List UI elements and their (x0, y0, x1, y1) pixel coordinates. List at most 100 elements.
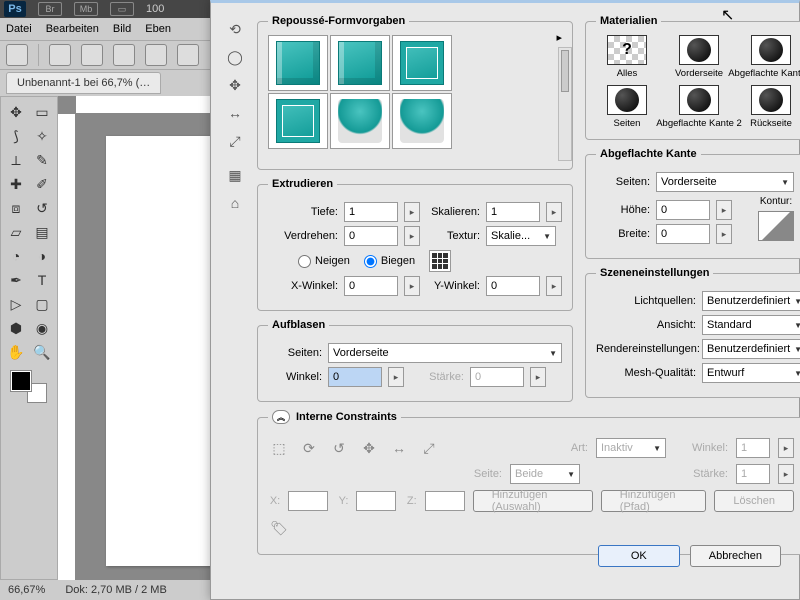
presets-flyout-icon[interactable]: ▸ (556, 31, 562, 44)
bevel-seiten-combo[interactable]: Vorderseite▼ (656, 172, 794, 192)
ok-button[interactable]: OK (598, 545, 680, 567)
material-rueckseite[interactable] (751, 85, 791, 115)
textur-combo[interactable]: Skalie...▼ (486, 226, 556, 246)
mb-icon[interactable]: Mb (74, 2, 98, 16)
roll-tool-icon[interactable]: ◯ (225, 47, 245, 67)
mesh-combo[interactable]: Entwurf▼ (702, 363, 800, 383)
pen-tool[interactable]: ✒ (4, 269, 28, 291)
preset-scrollbar[interactable] (558, 47, 572, 161)
render-combo[interactable]: Benutzerdefiniert▼ (702, 339, 800, 359)
crop-tool[interactable]: ⟂ (4, 149, 28, 171)
eraser-tool[interactable]: ▱ (4, 221, 28, 243)
neigen-radio[interactable]: Neigen (298, 255, 350, 268)
move-tool[interactable]: ✥ (4, 101, 28, 123)
licht-combo[interactable]: Benutzerdefiniert▼ (702, 291, 800, 311)
doc-tab[interactable]: Unbenannt-1 bei 66,7% (… (6, 72, 161, 94)
history-brush-tool[interactable]: ↺ (30, 197, 54, 219)
ic-tool-3[interactable]: ↺ (328, 438, 350, 458)
ywinkel-input[interactable] (486, 276, 540, 296)
tag-icon[interactable]: 🏷 (268, 518, 290, 538)
home-tool-icon[interactable]: ⌂ (225, 193, 245, 213)
shape-tool[interactable]: ▢ (30, 293, 54, 315)
heal-tool[interactable]: ✚ (4, 173, 28, 195)
bevel-breite-stepper[interactable]: ▸ (716, 224, 732, 244)
bridge-icon[interactable]: Br (38, 2, 62, 16)
origin-picker[interactable] (429, 250, 451, 272)
inflate-winkel-stepper[interactable]: ▸ (388, 367, 404, 387)
add-selection-button[interactable]: Hinzufügen (Auswahl) (473, 490, 593, 512)
menu-datei[interactable]: Datei (6, 23, 32, 35)
kontur-picker[interactable] (758, 211, 794, 241)
hand-tool[interactable]: ✋ (4, 341, 28, 363)
3d-tool-5[interactable] (177, 44, 199, 66)
xwinkel-input[interactable] (344, 276, 398, 296)
mesh-tool-icon[interactable]: ▦ (225, 165, 245, 185)
material-kante2[interactable] (679, 85, 719, 115)
screen-mode-icon[interactable]: ▭ (110, 2, 134, 16)
material-vorderseite[interactable] (679, 35, 719, 65)
stamp-tool[interactable]: ⧈ (4, 197, 28, 219)
marquee-tool[interactable]: ▭ (30, 101, 54, 123)
preset-2[interactable] (330, 35, 390, 91)
ruler-vertical[interactable] (58, 114, 76, 580)
biegen-radio[interactable]: Biegen (364, 255, 415, 268)
pan-tool-icon[interactable]: ✥ (225, 75, 245, 95)
constraints-toggle-icon[interactable]: ︽ (272, 410, 290, 424)
rotate-tool-icon[interactable]: ⟲ (225, 19, 245, 39)
xwinkel-stepper[interactable]: ▸ (404, 276, 420, 296)
preset-3[interactable] (392, 35, 452, 91)
menu-ebenen[interactable]: Eben (145, 23, 171, 35)
skalieren-input[interactable] (486, 202, 540, 222)
bevel-hoehe-stepper[interactable]: ▸ (716, 200, 732, 220)
slide-tool-icon[interactable]: ↔ (225, 103, 245, 123)
3d-camera-tool[interactable]: ◉ (30, 317, 54, 339)
ansicht-combo[interactable]: Standard▼ (702, 315, 800, 335)
preset-1[interactable] (268, 35, 328, 91)
ic-tool-5[interactable]: ↔ (388, 438, 410, 458)
foreground-swatch[interactable] (11, 371, 31, 391)
status-zoom[interactable]: 66,67% (8, 584, 45, 596)
preset-4[interactable] (268, 93, 328, 149)
material-kante1[interactable] (751, 35, 791, 65)
eyedropper-tool[interactable]: ✎ (30, 149, 54, 171)
3d-tool-1[interactable] (49, 44, 71, 66)
cancel-button[interactable]: Abbrechen (690, 545, 781, 567)
ic-tool-6[interactable]: ⤢ (418, 438, 440, 458)
blur-tool[interactable]: ◔ (4, 245, 28, 267)
path-tool[interactable]: ▷ (4, 293, 28, 315)
document-canvas[interactable] (106, 136, 216, 566)
menu-bild[interactable]: Bild (113, 23, 131, 35)
type-tool[interactable]: T (30, 269, 54, 291)
3d-tool-3[interactable] (113, 44, 135, 66)
ywinkel-stepper[interactable]: ▸ (546, 276, 562, 296)
color-swatches[interactable] (11, 371, 47, 403)
brush-tool[interactable]: ✐ (30, 173, 54, 195)
material-alles[interactable]: ? (607, 35, 647, 65)
3d-tool[interactable]: ⬢ (4, 317, 28, 339)
tiefe-stepper[interactable]: ▸ (404, 202, 420, 222)
inflate-seiten-combo[interactable]: Vorderseite▼ (328, 343, 562, 363)
preset-6[interactable] (392, 93, 452, 149)
ic-tool-1[interactable]: ⬚ (268, 438, 290, 458)
bevel-breite-input[interactable] (656, 224, 710, 244)
menu-bearbeiten[interactable]: Bearbeiten (46, 23, 99, 35)
wand-tool[interactable]: ✧ (30, 125, 54, 147)
scale-tool-icon[interactable]: ⤢ (225, 131, 245, 151)
3d-tool-2[interactable] (81, 44, 103, 66)
skalieren-stepper[interactable]: ▸ (546, 202, 562, 222)
bevel-hoehe-input[interactable] (656, 200, 710, 220)
lasso-tool[interactable]: ⟆ (4, 125, 28, 147)
material-seiten[interactable] (607, 85, 647, 115)
gradient-tool[interactable]: ▤ (30, 221, 54, 243)
verdrehen-stepper[interactable]: ▸ (404, 226, 420, 246)
dodge-tool[interactable]: ◑ (30, 245, 54, 267)
active-tool-icon[interactable] (6, 44, 28, 66)
zoom-tool[interactable]: 🔍 (30, 341, 54, 363)
inflate-winkel-input[interactable] (328, 367, 382, 387)
ic-tool-4[interactable]: ✥ (358, 438, 380, 458)
preset-5[interactable] (330, 93, 390, 149)
verdrehen-input[interactable] (344, 226, 398, 246)
tiefe-input[interactable] (344, 202, 398, 222)
ic-tool-2[interactable]: ⟳ (298, 438, 320, 458)
3d-tool-4[interactable] (145, 44, 167, 66)
